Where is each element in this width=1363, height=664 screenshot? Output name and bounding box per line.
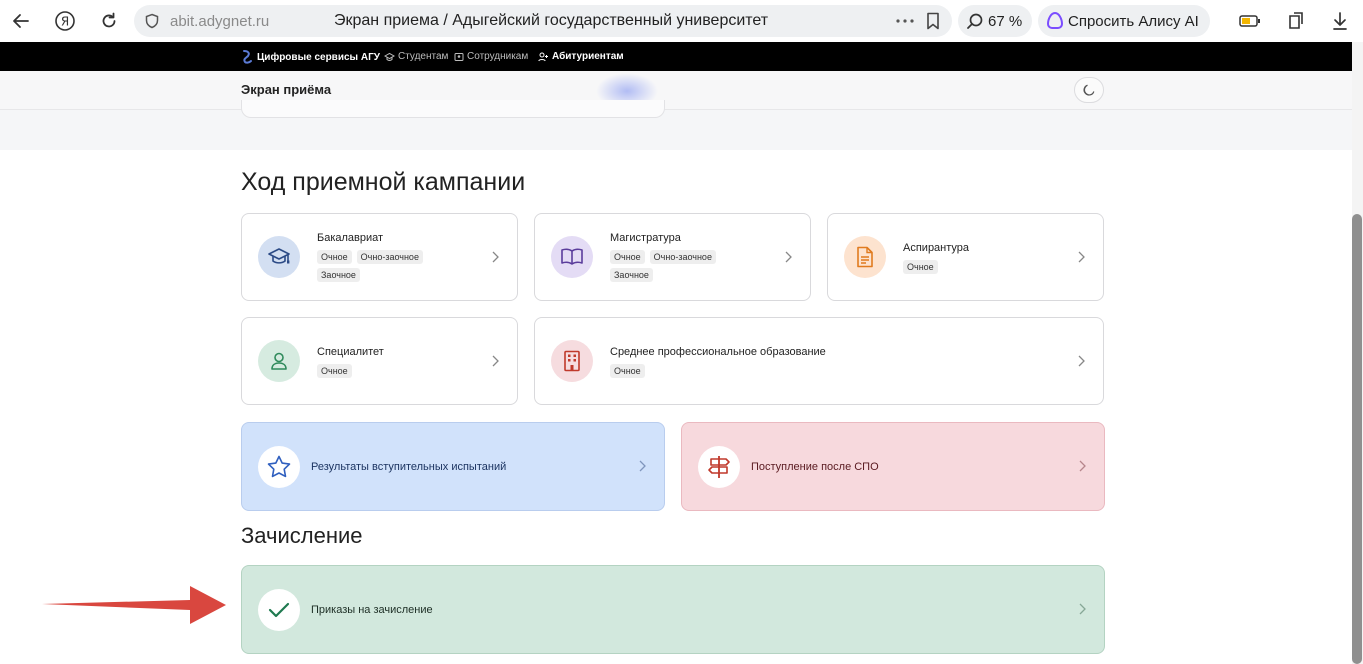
zoom-level: 67 % — [988, 13, 1023, 30]
shield-icon — [145, 13, 159, 29]
ask-alice-label: Спросить Алису AI — [1068, 13, 1199, 30]
battery-icon[interactable] — [1236, 7, 1264, 35]
card-title: Специалитет — [317, 346, 384, 358]
brand-link[interactable]: Цифровые сервисы АГУ — [240, 49, 380, 65]
staff-link[interactable]: Сотрудникам — [454, 51, 528, 62]
tag: Очное — [317, 364, 352, 378]
svg-text:Я: Я — [61, 15, 69, 29]
building-icon — [551, 340, 593, 382]
collections-icon[interactable] — [1282, 7, 1310, 35]
card-title: Среднее профессиональное образование — [610, 346, 826, 358]
signpost-icon — [698, 446, 740, 488]
after-spo-card[interactable]: Поступление после СПО — [681, 422, 1105, 511]
students-link[interactable]: Студентам — [384, 51, 448, 62]
results-card[interactable]: Результаты вступительных испытаний — [241, 422, 665, 511]
chevron-right-icon — [490, 354, 500, 368]
card-title: Бакалавриат — [317, 232, 384, 244]
brand-label: Цифровые сервисы АГУ — [257, 51, 380, 63]
chevron-right-icon — [1076, 354, 1086, 368]
site-header: Экран приёма — [0, 71, 1352, 110]
site-topbar: Цифровые сервисы АГУ Студентам Сотрудник… — [0, 42, 1352, 71]
theme-toggle-button[interactable] — [1074, 77, 1104, 103]
enrollment-section-title: Зачисление — [241, 523, 363, 548]
tab-title: Экран приема / Адыгейский государственны… — [334, 12, 769, 29]
card-specialist[interactable]: Специалитет Очное — [241, 317, 518, 405]
more-icon[interactable] — [896, 19, 914, 23]
chevron-right-icon — [1076, 250, 1086, 264]
tag: Очное — [610, 364, 645, 378]
alice-icon — [1046, 11, 1064, 29]
zoom-icon — [967, 13, 983, 29]
card-title: Магистратура — [610, 232, 681, 244]
applicants-icon — [538, 52, 548, 61]
back-arrow-icon[interactable] — [7, 7, 35, 35]
campaign-section-title: Ход приемной кампании — [241, 168, 526, 196]
url-text: abit.adygnet.ru — [170, 13, 270, 30]
tag-list: Очное — [903, 260, 1043, 274]
star-icon — [258, 446, 300, 488]
card-master[interactable]: Магистратура Очное Очно-заочное Заочное — [534, 213, 811, 301]
staff-icon — [454, 52, 464, 61]
checkmark-icon — [258, 589, 300, 631]
card-bachelor[interactable]: Бакалавриат Очное Очно-заочное Заочное — [241, 213, 518, 301]
moon-icon — [1083, 84, 1095, 96]
tag: Очно-заочное — [649, 250, 716, 264]
card-secondary-vocational[interactable]: Среднее профессиональное образование Очн… — [534, 317, 1104, 405]
tag: Очное — [903, 260, 938, 274]
graduation-cap-icon — [258, 236, 300, 278]
yandex-logo-icon[interactable]: Я — [51, 7, 79, 35]
user-icon — [258, 340, 300, 382]
tag-list: Очное Очно-заочное Заочное — [610, 250, 750, 282]
agu-logo-icon — [243, 50, 252, 64]
chevron-right-icon — [637, 459, 647, 473]
students-label: Студентам — [398, 51, 449, 62]
download-icon[interactable] — [1326, 7, 1354, 35]
results-label: Результаты вступительных испытаний — [311, 461, 507, 473]
browser-toolbar: Я abit.adygnet.ru Экран приема / Адыгейс… — [0, 0, 1363, 42]
card-postgraduate[interactable]: Аспирантура Очное — [827, 213, 1104, 301]
chevron-right-icon — [1077, 602, 1087, 616]
chevron-right-icon — [1077, 459, 1087, 473]
tag-list: Очное — [610, 364, 750, 378]
header-title: Экран приёма — [241, 82, 332, 97]
chevron-right-icon — [490, 250, 500, 264]
after-spo-label: Поступление после СПО — [751, 461, 879, 473]
tag: Очное — [610, 250, 645, 264]
bookmark-icon[interactable] — [926, 12, 940, 30]
tag: Очное — [317, 250, 352, 264]
hero-strip — [0, 110, 1352, 150]
applicants-label: Абитуриентам — [552, 51, 624, 62]
tag-list: Очное Очно-заочное Заочное — [317, 250, 457, 282]
tag: Заочное — [317, 268, 360, 282]
document-icon — [844, 236, 886, 278]
hero-card-edge — [241, 100, 665, 118]
scrollbar-thumb[interactable] — [1352, 214, 1362, 664]
enrollment-orders-card[interactable]: Приказы на зачисление — [241, 565, 1105, 654]
tag: Очно-заочное — [356, 250, 423, 264]
staff-label: Сотрудникам — [467, 51, 529, 62]
orders-label: Приказы на зачисление — [311, 604, 433, 616]
tag-list: Очное — [317, 364, 457, 378]
book-icon — [551, 236, 593, 278]
address-bar[interactable]: abit.adygnet.ru Экран приема / Адыгейски… — [134, 5, 952, 37]
zoom-button[interactable]: 67 % — [958, 5, 1032, 37]
annotation-arrow-icon — [42, 586, 226, 624]
card-title: Аспирантура — [903, 242, 970, 254]
ask-alice-button[interactable]: Спросить Алису AI — [1038, 5, 1210, 37]
reload-icon[interactable] — [95, 7, 123, 35]
tag: Заочное — [610, 268, 653, 282]
chevron-right-icon — [783, 250, 793, 264]
students-icon — [384, 52, 395, 61]
applicants-link[interactable]: Абитуриентам — [538, 51, 624, 62]
